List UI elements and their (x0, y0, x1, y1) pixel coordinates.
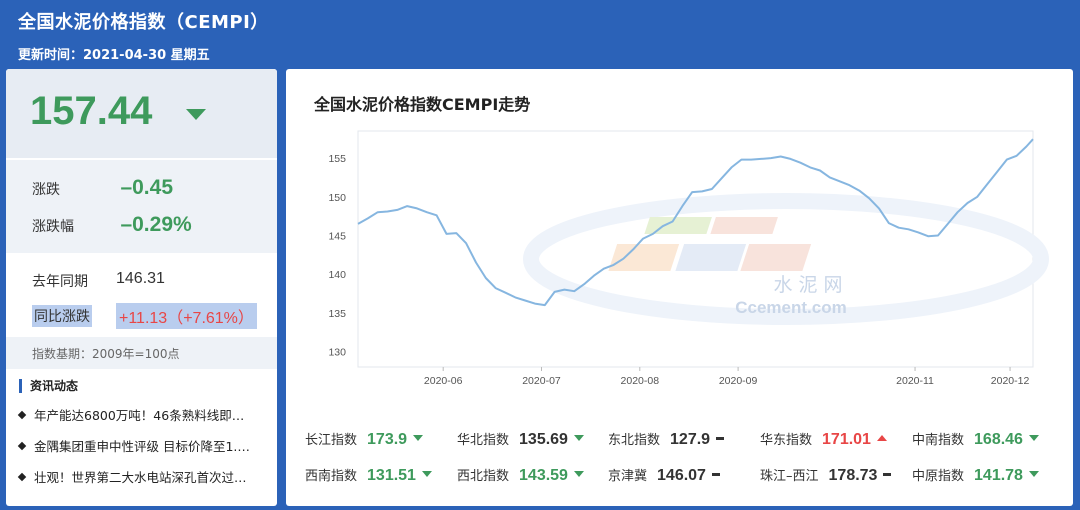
regional-index-item[interactable]: 华东指数 171.01 (760, 429, 887, 449)
yoy-change-label: 同比涨跌 (32, 305, 92, 327)
regional-index-name: 东北指数 (608, 433, 661, 448)
regional-index-item[interactable]: 中南指数 168.46 (912, 429, 1039, 449)
watermark-text: 水泥网 (773, 274, 848, 296)
flat-dash-icon (711, 473, 720, 476)
regional-index-item[interactable]: 京津冀 146.07 (608, 465, 720, 485)
x-tick-label: 2020-12 (991, 375, 1030, 387)
down-arrow-icon (1028, 471, 1039, 477)
pct-label: 涨跌幅 (32, 219, 74, 235)
regional-index-value: 143.59 (519, 467, 568, 484)
yoy-row: 去年同期 146.31 (32, 270, 165, 291)
news-item[interactable]: 金隅集团重申中性评级 目标价降至1.… (17, 436, 277, 455)
regional-index-value: 127.9 (670, 431, 711, 448)
watermark-block (675, 244, 747, 271)
regional-index-name: 京津冀 (608, 469, 648, 484)
y-tick-label: 145 (328, 230, 346, 242)
regional-index-item[interactable]: 华北指数 135.69 (457, 429, 584, 449)
news-title: 资讯动态 (19, 379, 277, 393)
flat-dash-icon (716, 437, 725, 440)
yoy-value: 146.31 (116, 270, 165, 287)
regional-index-value: 131.51 (367, 467, 416, 484)
price-box: 157.44 (6, 69, 277, 158)
regional-index-value: 178.73 (828, 467, 878, 484)
regional-index-item[interactable]: 东北指数 127.9 (608, 429, 725, 449)
news-item[interactable]: 壮观！世界第二大水电站深孔首次过… (17, 467, 277, 486)
yoy-box: 去年同期 146.31 同比涨跌 +11.13（+7.61%） (6, 253, 277, 337)
bullet-icon (17, 472, 27, 482)
down-arrow-icon (573, 471, 584, 477)
regional-index-item[interactable]: 西南指数 131.51 (305, 465, 432, 485)
current-price: 157.44 (30, 89, 153, 133)
base-note: 指数基期：2009年=100点 (32, 347, 180, 361)
cempi-line-chart: 水泥网 Ccement.com 130 135 140 145 150 155 2020-06 2… (328, 130, 1049, 387)
yoy-label: 去年同期 (32, 274, 88, 290)
regional-index-value: 146.07 (657, 467, 706, 484)
down-arrow-icon (421, 471, 432, 477)
news-item[interactable]: 年产能达6800万吨！46条熟料线即… (17, 405, 277, 424)
news-item-text[interactable]: 年产能达6800万吨！46条熟料线即… (34, 408, 244, 423)
change-value: –0.45 (120, 176, 174, 199)
yoy-change-value: +11.13（+7.61%） (116, 303, 257, 329)
regional-index-item[interactable]: 长江指数 173.9 (305, 429, 424, 449)
regional-index-name: 长江指数 (305, 433, 358, 448)
up-arrow-icon (876, 435, 887, 441)
down-arrow-icon (1028, 435, 1039, 441)
regional-index-name: 华东指数 (760, 433, 813, 448)
regional-index-name: 中原指数 (912, 469, 965, 484)
y-tick-label: 130 (328, 347, 346, 359)
x-tick-label: 2020-07 (522, 375, 561, 387)
update-time: 更新时间：2021-04-30 星期五 (18, 48, 210, 63)
regional-index-value: 135.69 (519, 431, 568, 448)
down-arrow-icon (573, 435, 584, 441)
flat-dash-icon (883, 473, 892, 476)
pct-value: –0.29% (120, 213, 192, 236)
watermark-block (740, 244, 812, 271)
x-tick-label: 2020-11 (896, 375, 934, 387)
y-tick-label: 150 (328, 192, 346, 204)
watermark-block (710, 217, 778, 234)
change-label: 涨跌 (32, 182, 60, 198)
regional-index-name: 西北指数 (457, 469, 510, 484)
watermark-text: Ccement.com (735, 298, 846, 317)
x-tick-label: 2020-08 (621, 375, 660, 387)
down-arrow-icon (413, 435, 424, 441)
regional-index-name: 中南指数 (912, 433, 965, 448)
regional-index-item[interactable]: 珠江–西江 178.73 (760, 465, 892, 485)
regional-index-name: 华北指数 (457, 433, 510, 448)
regional-index-value: 168.46 (974, 431, 1023, 448)
regional-index-name: 珠江–西江 (760, 469, 819, 484)
regional-index-name: 西南指数 (305, 469, 358, 484)
news-item-text[interactable]: 金隅集团重申中性评级 目标价降至1.… (34, 439, 250, 454)
base-note-box: 指数基期：2009年=100点 (6, 337, 277, 369)
regional-index-value: 173.9 (367, 431, 408, 448)
y-tick-label: 155 (328, 153, 346, 165)
y-tick-label: 140 (328, 269, 346, 281)
regional-index-item[interactable]: 西北指数 143.59 (457, 465, 584, 485)
x-tick-label: 2020-09 (719, 375, 758, 387)
change-row: 涨跌 –0.45 (32, 176, 173, 200)
news-item-text[interactable]: 壮观！世界第二大水电站深孔首次过… (34, 470, 247, 485)
summary-panel: 157.44 涨跌 –0.45 涨跌幅 –0.29% 去年同期 146.31 同… (6, 69, 277, 506)
pct-row: 涨跌幅 –0.29% (32, 213, 192, 237)
page-header: 全国水泥价格指数（CEMPI） 更新时间：2021-04-30 星期五 (18, 8, 269, 63)
x-tick-label: 2020-06 (424, 375, 463, 387)
down-arrow-icon (186, 109, 206, 120)
page-title: 全国水泥价格指数（CEMPI） (18, 12, 269, 33)
bullet-icon (17, 441, 27, 451)
news-section: 资讯动态 年产能达6800万吨！46条熟料线即… 金隅集团重申中性评级 目标价降… (6, 369, 277, 486)
regional-index-value: 141.78 (974, 467, 1023, 484)
change-box: 涨跌 –0.45 涨跌幅 –0.29% (6, 158, 277, 253)
bullet-icon (17, 410, 27, 420)
regional-index-item[interactable]: 中原指数 141.78 (912, 465, 1039, 485)
regional-index-value: 171.01 (822, 431, 871, 448)
chart-panel: 全国水泥价格指数CEMPI走势 水泥网 Ccement.com 130 135 140 1… (286, 69, 1073, 506)
y-tick-label: 135 (328, 308, 346, 320)
watermark-block (608, 244, 680, 271)
